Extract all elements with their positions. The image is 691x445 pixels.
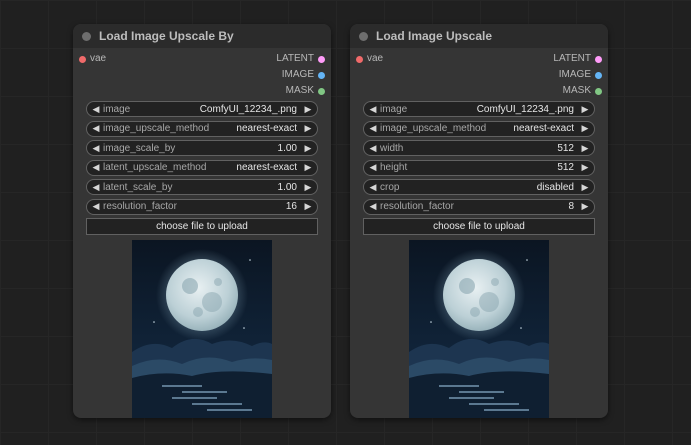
upload-button[interactable]: choose file to upload — [86, 218, 318, 235]
widget-value[interactable]: nearest-exact — [236, 162, 297, 173]
widget-label: latent_upscale_method — [103, 162, 207, 173]
image-preview — [132, 240, 272, 418]
io-row: vae LATENT — [73, 51, 331, 67]
output-label-latent: LATENT — [276, 53, 314, 64]
left-arrow-icon[interactable]: ◀ — [91, 123, 101, 134]
widget-label: crop — [380, 181, 400, 193]
output-label-image: IMAGE — [281, 69, 314, 80]
widget-crop[interactable]: ◀ crop disabled ▶ — [363, 179, 595, 195]
io-row: IMAGE — [73, 67, 331, 83]
right-arrow-icon[interactable]: ▶ — [303, 201, 313, 212]
output-slot-latent-icon[interactable] — [318, 56, 325, 63]
io-row: IMAGE — [350, 67, 608, 83]
right-arrow-icon[interactable]: ▶ — [303, 182, 313, 193]
widget-label: image — [103, 103, 131, 115]
widget-label: image_upscale_method — [380, 123, 487, 134]
left-arrow-icon[interactable]: ◀ — [91, 143, 101, 154]
right-arrow-icon[interactable]: ▶ — [580, 143, 590, 154]
widget-label: image — [380, 103, 408, 115]
widget-list: ◀ image ComfyUI_12234_.png ▶ ◀ image_ups… — [73, 101, 331, 215]
right-arrow-icon[interactable]: ▶ — [580, 201, 590, 212]
left-arrow-icon[interactable]: ◀ — [368, 123, 378, 134]
widget-resolution-factor[interactable]: ◀ resolution_factor 16 ▶ — [86, 198, 318, 215]
output-slot-image-icon[interactable] — [318, 72, 325, 79]
image-preview — [409, 240, 549, 418]
io-row: MASK — [73, 83, 331, 99]
upload-button[interactable]: choose file to upload — [363, 218, 595, 235]
collapse-dot-icon[interactable] — [82, 31, 91, 41]
node-title: Load Image Upscale By — [99, 29, 234, 43]
input-label-vae: vae — [367, 53, 384, 64]
right-arrow-icon[interactable]: ▶ — [580, 123, 590, 134]
node-load-image-upscale[interactable]: Load Image Upscale vae LATENT IMAGE MASK… — [350, 24, 608, 418]
output-slot-mask-icon[interactable] — [318, 88, 325, 95]
left-arrow-icon[interactable]: ◀ — [91, 162, 101, 173]
widget-label: height — [380, 162, 408, 173]
right-arrow-icon[interactable]: ▶ — [303, 104, 313, 115]
widget-value[interactable]: 1.00 — [278, 143, 297, 154]
moon-landscape-image — [409, 240, 549, 418]
output-slot-mask-icon[interactable] — [595, 88, 602, 95]
io-row: MASK — [350, 83, 608, 99]
widget-label: image_scale_by — [103, 142, 176, 154]
widget-label: width — [380, 142, 404, 154]
left-arrow-icon[interactable]: ◀ — [368, 162, 378, 173]
widget-value[interactable]: 1.00 — [278, 182, 297, 193]
widget-value[interactable]: 16 — [286, 201, 297, 212]
io-row: vae LATENT — [350, 51, 608, 67]
input-slot-vae-icon[interactable] — [356, 56, 363, 63]
widget-image-upscale-method[interactable]: ◀ image_upscale_method nearest-exact ▶ — [363, 120, 595, 137]
widget-image[interactable]: ◀ image ComfyUI_12234_.png ▶ — [86, 101, 318, 117]
widget-value[interactable]: 8 — [568, 201, 574, 212]
widget-label: image_upscale_method — [103, 123, 210, 134]
input-slot-vae-icon[interactable] — [79, 56, 86, 63]
node-header[interactable]: Load Image Upscale — [350, 24, 608, 48]
output-slot-image-icon[interactable] — [595, 72, 602, 79]
widget-image[interactable]: ◀ image ComfyUI_12234_.png ▶ — [363, 101, 595, 117]
widget-value[interactable]: nearest-exact — [236, 123, 297, 134]
widget-value[interactable]: 512 — [557, 143, 574, 154]
widget-height[interactable]: ◀ height 512 ▶ — [363, 159, 595, 176]
right-arrow-icon[interactable]: ▶ — [580, 182, 590, 193]
left-arrow-icon[interactable]: ◀ — [368, 143, 378, 154]
right-arrow-icon[interactable]: ▶ — [303, 143, 313, 154]
left-arrow-icon[interactable]: ◀ — [368, 201, 378, 212]
widget-image-upscale-method[interactable]: ◀ image_upscale_method nearest-exact ▶ — [86, 120, 318, 137]
right-arrow-icon[interactable]: ▶ — [303, 162, 313, 173]
widget-value[interactable]: ComfyUI_12234_.png — [477, 104, 574, 115]
widget-latent-upscale-method[interactable]: ◀ latent_upscale_method nearest-exact ▶ — [86, 159, 318, 176]
input-label-vae: vae — [90, 53, 107, 64]
widget-value[interactable]: ComfyUI_12234_.png — [200, 104, 297, 115]
widget-value[interactable]: 512 — [557, 162, 574, 173]
left-arrow-icon[interactable]: ◀ — [91, 182, 101, 193]
output-label-mask: MASK — [562, 85, 591, 96]
node-header[interactable]: Load Image Upscale By — [73, 24, 331, 48]
right-arrow-icon[interactable]: ▶ — [303, 123, 313, 134]
widget-width[interactable]: ◀ width 512 ▶ — [363, 140, 595, 156]
widget-image-scale-by[interactable]: ◀ image_scale_by 1.00 ▶ — [86, 140, 318, 156]
widget-list: ◀ image ComfyUI_12234_.png ▶ ◀ image_ups… — [350, 101, 608, 215]
widget-latent-scale-by[interactable]: ◀ latent_scale_by 1.00 ▶ — [86, 179, 318, 195]
collapse-dot-icon[interactable] — [359, 31, 368, 41]
widget-value[interactable]: disabled — [537, 182, 574, 193]
output-label-mask: MASK — [285, 85, 314, 96]
node-load-image-upscale-by[interactable]: Load Image Upscale By vae LATENT IMAGE M… — [73, 24, 331, 418]
widget-label: resolution_factor — [103, 201, 177, 212]
right-arrow-icon[interactable]: ▶ — [580, 104, 590, 115]
widget-label: latent_scale_by — [103, 181, 173, 193]
left-arrow-icon[interactable]: ◀ — [368, 182, 378, 193]
node-title: Load Image Upscale — [376, 29, 493, 43]
right-arrow-icon[interactable]: ▶ — [580, 162, 590, 173]
left-arrow-icon[interactable]: ◀ — [91, 104, 101, 115]
moon-landscape-image — [132, 240, 272, 418]
output-label-latent: LATENT — [553, 53, 591, 64]
output-slot-latent-icon[interactable] — [595, 56, 602, 63]
widget-value[interactable]: nearest-exact — [513, 123, 574, 134]
output-label-image: IMAGE — [558, 69, 591, 80]
left-arrow-icon[interactable]: ◀ — [368, 104, 378, 115]
left-arrow-icon[interactable]: ◀ — [91, 201, 101, 212]
widget-resolution-factor[interactable]: ◀ resolution_factor 8 ▶ — [363, 198, 595, 215]
widget-label: resolution_factor — [380, 201, 454, 212]
